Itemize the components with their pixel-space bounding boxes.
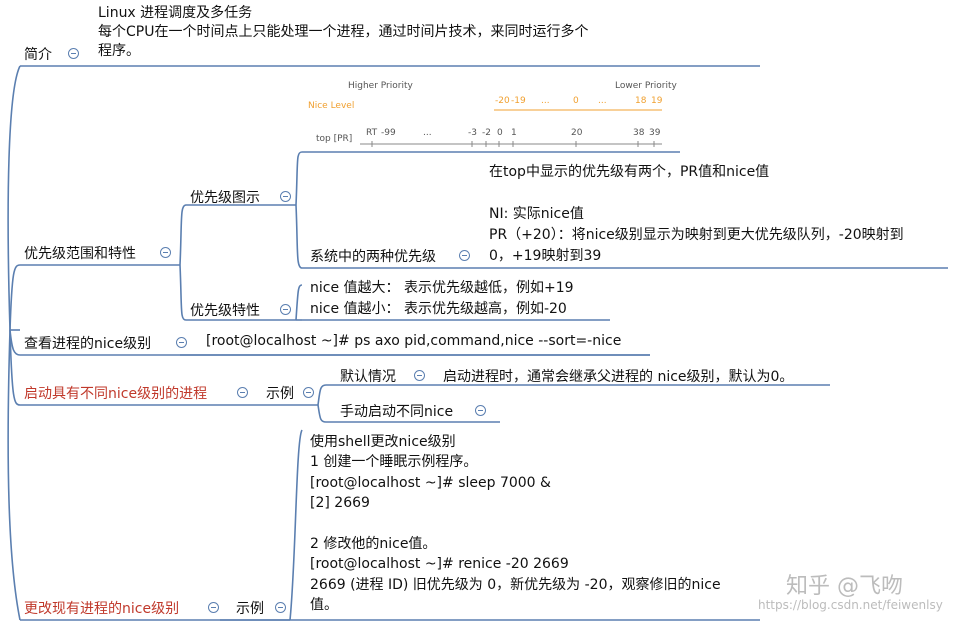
collapse-icon[interactable] [303,387,314,398]
top-tick: 39 [649,128,661,138]
two-kinds-line: 在top中显示的优先级有两个，PR值和nice值 [489,164,770,180]
traits-line: nice 值越小： 表示优先级越高，例如-20 [310,301,567,317]
topic-view[interactable]: 查看进程的nice级别 [24,333,151,353]
default-case[interactable]: 默认情况 [340,366,396,386]
subtopic-two-kinds[interactable]: 系统中的两种优先级 [310,246,436,266]
start-example[interactable]: 示例 [266,383,294,403]
traits-text: nice 值越大： 表示优先级越低，例如+19 nice 值越小： 表示优先级越… [310,278,574,320]
collapse-icon[interactable] [280,304,291,315]
collapse-icon[interactable] [176,337,187,348]
traits-line: nice 值越大： 表示优先级越低，例如+19 [310,280,574,296]
change-line: 使用shell更改nice级别 [310,434,456,450]
top-tick: -2 [482,128,491,138]
two-kinds-line [489,183,904,204]
view-command: [root@localhost ~]# ps axo pid,command,n… [206,333,622,349]
change-line: 值。 [310,597,338,614]
two-kinds-line: PR（+20）：将nice级别显示为映射到更大优先级队列，-20映射到 [489,227,904,243]
change-line: 2 修改他的nice值。 [310,536,437,553]
top-pr-label: top [PR] [316,134,353,144]
top-tick: 1 [511,128,517,138]
watermark-url: https://blog.csdn.net/feiwenlsy [758,598,943,612]
change-line: 1 创建一个睡眠示例程序。 [310,454,478,471]
top-tick: -3 [468,128,477,138]
top-tick: 0 [497,128,503,138]
top-tick: ... [423,128,432,138]
two-kinds-line: NI: 实际nice值 [489,206,584,222]
top-tick: 38 [633,128,645,138]
two-kinds-line: 0，+19映射到39 [489,248,602,264]
collapse-icon[interactable] [160,247,171,258]
collapse-icon[interactable] [414,370,425,381]
collapse-icon[interactable] [237,387,248,398]
subtopic-diagram[interactable]: 优先级图示 [190,187,260,207]
default-case-text: 启动进程时，通常会继承父进程的 nice级别，默认为0。 [443,369,794,385]
change-text: 使用shell更改nice级别 1 创建一个睡眠示例程序。 [root@loca… [310,432,721,616]
top-tick: 20 [571,128,583,138]
collapse-icon[interactable] [459,250,470,261]
top-tick: -99 [381,128,396,138]
topic-change[interactable]: 更改现有进程的nice级别 [24,598,179,618]
collapse-icon[interactable] [475,405,486,416]
change-line [310,514,721,534]
top-tick: RT [366,128,378,138]
change-example[interactable]: 示例 [236,598,264,618]
manual-start[interactable]: 手动启动不同nice [340,401,453,421]
subtopic-traits[interactable]: 优先级特性 [190,300,260,320]
collapse-icon[interactable] [275,602,286,613]
watermark-brand: 知乎 @飞吻 [786,574,903,599]
topic-priority[interactable]: 优先级范围和特性 [24,243,136,263]
collapse-icon[interactable] [208,602,219,613]
change-line: [root@localhost ~]# sleep 7000 & [310,474,551,491]
change-line: [2] 2669 [310,495,370,512]
two-kinds-text: 在top中显示的优先级有两个，PR值和nice值 NI: 实际nice值 PR（… [489,162,904,267]
collapse-icon[interactable] [280,191,291,202]
topic-start[interactable]: 启动具有不同nice级别的进程 [24,383,207,403]
change-line: [root@localhost ~]# renice -20 2669 [310,556,569,573]
change-line: 2669 (进程 ID) 旧优先级为 0，新优先级为 -20，观察修旧的nice [310,576,721,593]
